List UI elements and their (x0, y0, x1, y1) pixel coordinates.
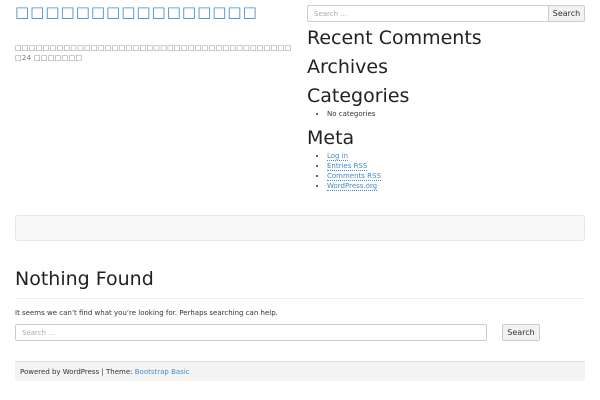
category-item: No categories (327, 109, 585, 119)
sidebar-search-form: Search (307, 5, 585, 22)
meta-item-entries-rss: Entries RSS (327, 161, 585, 171)
meta-item-wordpress: WordPress.org (327, 181, 585, 191)
entries-rss-link[interactable]: Entries RSS (327, 162, 368, 171)
main-search-input[interactable] (15, 324, 487, 341)
meta-item-comments-rss: Comments RSS (327, 171, 585, 181)
login-link[interactable]: Log in (327, 152, 349, 161)
sidebar-search-input[interactable] (307, 5, 548, 22)
meta-item-login: Log in (327, 151, 585, 161)
meta-list: Log in Entries RSS Comments RSS WordPres… (307, 151, 585, 191)
not-found-message: It seems we can’t find what you’re looki… (15, 309, 278, 317)
site-description: □□□□□□□□□□□□□□□□□□□□□□□□□□□□□□□□□□□□□□□□… (15, 44, 292, 62)
recent-comments-heading: Recent Comments (307, 27, 482, 49)
footer-powered-text: Powered by WordPress | Theme: (20, 368, 135, 376)
sidebar: Search Recent Comments Archives Categori… (307, 5, 585, 191)
theme-link[interactable]: Bootstrap Basic (135, 368, 190, 376)
site-title-link[interactable]: □□□□□□□□□□□□□□□□ (15, 3, 285, 22)
comments-rss-link[interactable]: Comments RSS (327, 172, 381, 181)
site-footer: Powered by WordPress | Theme: Bootstrap … (15, 361, 585, 381)
page-title: Nothing Found (15, 268, 154, 290)
title-divider (15, 298, 585, 299)
wordpress-org-link[interactable]: WordPress.org (327, 182, 378, 191)
categories-list: No categories (307, 109, 585, 119)
sidebar-search-button[interactable]: Search (548, 5, 585, 22)
meta-heading: Meta (307, 127, 355, 149)
main-navbar (15, 215, 585, 241)
categories-heading: Categories (307, 85, 410, 107)
archives-heading: Archives (307, 56, 388, 78)
main-search-button[interactable]: Search (502, 324, 540, 341)
